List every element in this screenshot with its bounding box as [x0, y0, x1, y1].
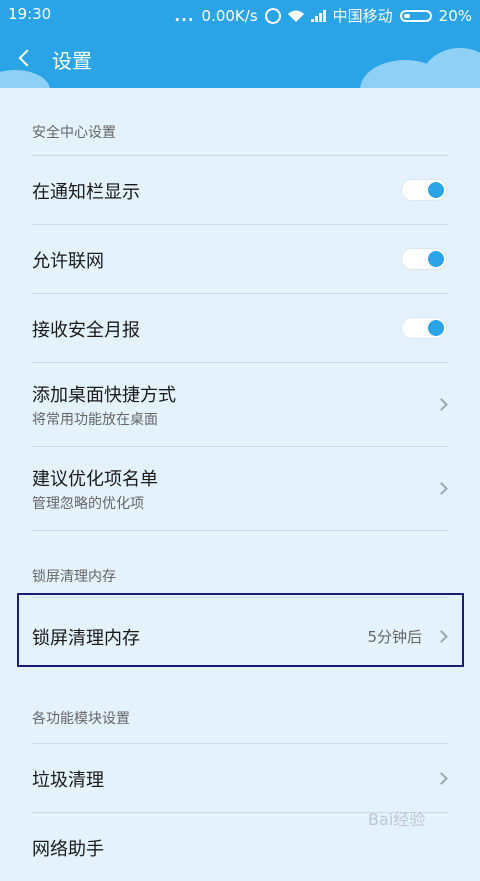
- chevron-left-icon[interactable]: [18, 49, 36, 67]
- toggle-knob: [428, 182, 444, 198]
- section-header: 各功能模块设置: [0, 674, 480, 743]
- status-time: 19:30: [8, 5, 52, 23]
- alarm-icon: [264, 7, 281, 24]
- chevron-right-icon: [435, 398, 448, 411]
- setting-row-junk-clean[interactable]: 垃圾清理: [0, 744, 480, 812]
- cloud-decoration: [0, 70, 50, 88]
- setting-label: 添加桌面快捷方式: [32, 385, 176, 406]
- chevron-right-icon: [435, 482, 448, 495]
- section-header: 锁屏清理内存: [0, 531, 480, 597]
- setting-row-monthly-report[interactable]: 接收安全月报: [0, 294, 480, 362]
- setting-label: 垃圾清理: [32, 770, 104, 791]
- setting-row-notification-bar[interactable]: 在通知栏显示: [0, 156, 480, 224]
- toggle-knob: [428, 251, 444, 267]
- cloud-decoration: [420, 48, 480, 88]
- setting-subtitle: 将常用功能放在桌面: [32, 412, 158, 428]
- setting-label: 网络助手: [32, 839, 104, 860]
- setting-label: 允许联网: [32, 251, 104, 272]
- highlight-annotation-box: [17, 593, 464, 667]
- section-title: 各功能模块设置: [32, 711, 130, 727]
- status-bar: 19:30 ... 0.00K/s 中国移动 20%: [0, 0, 480, 30]
- setting-label: 在通知栏显示: [32, 182, 140, 203]
- chevron-right-icon: [435, 772, 448, 785]
- app-header: 设置: [0, 30, 480, 88]
- wifi-icon: [287, 10, 304, 22]
- signal-icon: [310, 9, 326, 22]
- monthly-report-toggle[interactable]: [401, 317, 447, 339]
- setting-row-allow-network[interactable]: 允许联网: [0, 225, 480, 293]
- page-title: 设置: [52, 49, 92, 73]
- network-speed: 0.00K/s: [201, 6, 258, 25]
- section-title: 安全中心设置: [32, 125, 116, 141]
- carrier-name: 中国移动: [332, 7, 393, 25]
- setting-row-desktop-shortcut[interactable]: 添加桌面快捷方式 将常用功能放在桌面: [0, 363, 480, 446]
- setting-label: 接收安全月报: [32, 320, 140, 341]
- settings-list: 安全中心设置 在通知栏显示 允许联网 接收安全月报 添加桌面快捷方式 将常用功能…: [0, 88, 480, 881]
- watermark: Bai经验: [368, 810, 426, 829]
- setting-subtitle: 管理忽略的优化项: [32, 496, 144, 512]
- battery-level: 20%: [438, 6, 472, 25]
- battery-icon: [399, 9, 432, 22]
- section-header: 安全中心设置: [0, 88, 480, 155]
- allow-network-toggle[interactable]: [401, 248, 447, 270]
- more-dots-icon: ...: [174, 6, 195, 25]
- notification-bar-toggle[interactable]: [401, 179, 447, 201]
- status-icons: ... 0.00K/s 中国移动 20%: [174, 5, 472, 26]
- toggle-knob: [428, 320, 444, 336]
- section-title: 锁屏清理内存: [32, 569, 116, 585]
- setting-row-optimization-list[interactable]: 建议优化项名单 管理忽略的优化项: [0, 447, 480, 530]
- setting-label: 建议优化项名单: [32, 469, 158, 490]
